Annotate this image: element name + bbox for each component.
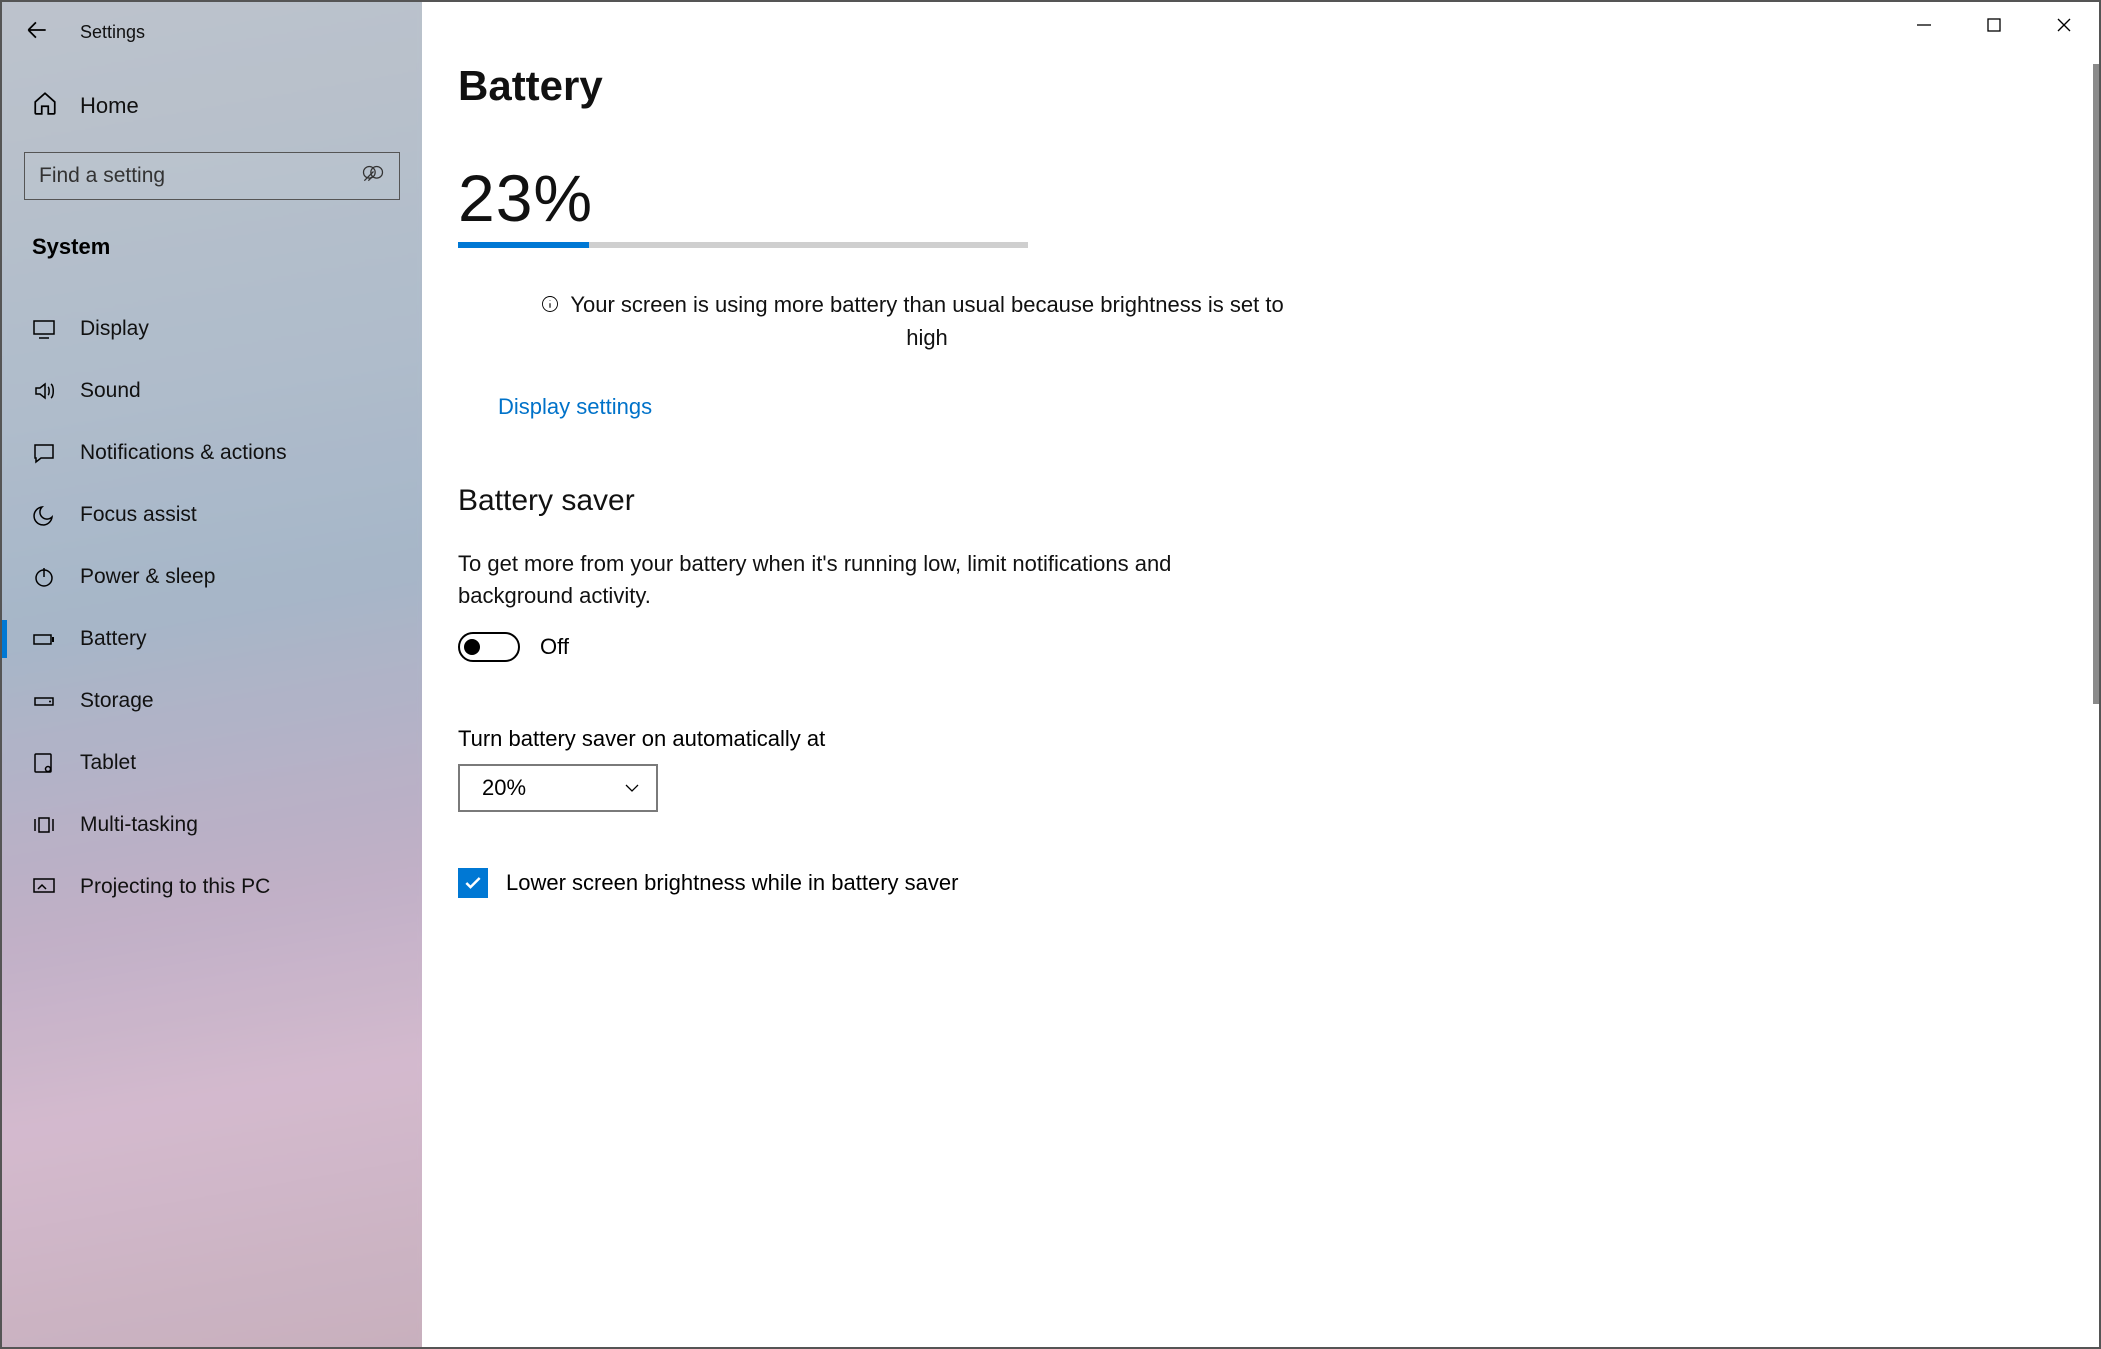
close-icon	[2056, 17, 2072, 33]
info-text: Your screen is using more battery than u…	[567, 288, 1287, 354]
window-title: Settings	[80, 22, 145, 43]
window-controls	[1889, 2, 2099, 48]
sidebar-item-label: Display	[80, 317, 149, 341]
search-box[interactable]	[24, 152, 400, 200]
toggle-knob	[464, 639, 480, 655]
info-icon	[541, 295, 559, 313]
sidebar-item-label: Power & sleep	[80, 565, 215, 589]
chevron-down-icon	[624, 780, 640, 796]
sidebar-item-multitasking[interactable]: Multi-tasking	[2, 794, 422, 856]
battery-saver-toggle[interactable]: Off	[458, 632, 2099, 662]
header-bar: Settings	[2, 2, 422, 62]
minimize-button[interactable]	[1889, 2, 1959, 48]
battery-bar	[458, 242, 1028, 248]
content-pane: Battery 23% Your screen is using more ba…	[422, 2, 2099, 1347]
sidebar-item-tablet[interactable]: Tablet	[2, 732, 422, 794]
moon-icon	[32, 503, 56, 527]
settings-window: Settings Home System Display Sound	[0, 0, 2101, 1349]
nav-list: Display Sound Notifications & actions Fo…	[2, 298, 422, 918]
home-icon	[32, 90, 58, 122]
battery-bar-fill	[458, 242, 589, 248]
sidebar-item-notifications[interactable]: Notifications & actions	[2, 422, 422, 484]
speaker-icon	[32, 379, 56, 403]
battery-saver-heading: Battery saver	[458, 484, 2099, 518]
sidebar-item-focus-assist[interactable]: Focus assist	[2, 484, 422, 546]
maximize-button[interactable]	[1959, 2, 2029, 48]
sidebar: Settings Home System Display Sound	[2, 2, 422, 1347]
lower-brightness-label: Lower screen brightness while in battery…	[506, 870, 958, 896]
sidebar-item-sound[interactable]: Sound	[2, 360, 422, 422]
battery-saver-description: To get more from your battery when it's …	[458, 548, 1238, 612]
minimize-icon	[1916, 17, 1932, 33]
scrollbar[interactable]	[2093, 64, 2099, 704]
sidebar-item-label: Tablet	[80, 751, 136, 775]
sidebar-item-battery[interactable]: Battery	[2, 608, 422, 670]
select-value: 20%	[482, 775, 526, 801]
search-icon	[361, 164, 385, 189]
arrow-left-icon	[24, 17, 50, 43]
auto-on-label: Turn battery saver on automatically at	[458, 726, 2099, 752]
sidebar-item-label: Storage	[80, 689, 154, 713]
lower-brightness-row[interactable]: Lower screen brightness while in battery…	[458, 868, 2099, 898]
search-input[interactable]	[39, 164, 361, 188]
drive-icon	[32, 689, 56, 713]
check-icon	[463, 873, 483, 893]
home-label: Home	[80, 93, 139, 119]
page-title: Battery	[458, 62, 2099, 110]
multitask-icon	[32, 813, 56, 837]
info-message: Your screen is using more battery than u…	[504, 288, 1324, 354]
sidebar-item-label: Focus assist	[80, 503, 197, 527]
sidebar-item-label: Projecting to this PC	[80, 875, 270, 899]
auto-on-threshold-select[interactable]: 20%	[458, 764, 658, 812]
sidebar-item-label: Notifications & actions	[80, 441, 287, 465]
maximize-icon	[1986, 17, 2002, 33]
toggle-track	[458, 632, 520, 662]
battery-icon	[32, 627, 56, 651]
sidebar-item-projecting[interactable]: Projecting to this PC	[2, 856, 422, 918]
project-icon	[32, 875, 56, 899]
power-icon	[32, 565, 56, 589]
tablet-icon	[32, 751, 56, 775]
sidebar-item-display[interactable]: Display	[2, 298, 422, 360]
sidebar-item-power-sleep[interactable]: Power & sleep	[2, 546, 422, 608]
sidebar-item-storage[interactable]: Storage	[2, 670, 422, 732]
category-heading: System	[2, 200, 422, 270]
message-icon	[32, 441, 56, 465]
close-button[interactable]	[2029, 2, 2099, 48]
home-nav[interactable]: Home	[2, 62, 422, 144]
toggle-state-label: Off	[540, 634, 569, 660]
display-settings-link[interactable]: Display settings	[498, 394, 652, 420]
sidebar-item-label: Sound	[80, 379, 141, 403]
lower-brightness-checkbox[interactable]	[458, 868, 488, 898]
back-button[interactable]	[24, 17, 50, 48]
battery-percent: 23%	[458, 160, 2099, 236]
monitor-icon	[32, 317, 56, 341]
sidebar-item-label: Multi-tasking	[80, 813, 198, 837]
sidebar-item-label: Battery	[80, 627, 147, 651]
